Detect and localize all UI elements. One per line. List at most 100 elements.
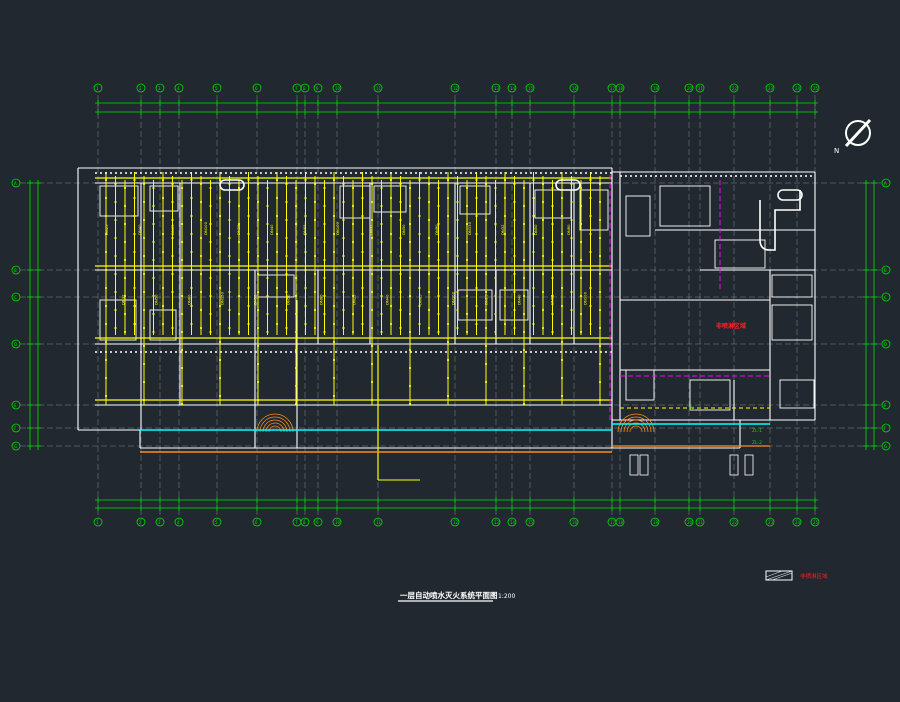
sprinkler-head — [551, 222, 554, 226]
axis-label: 13 — [494, 86, 500, 91]
sprinkler-head — [570, 218, 573, 222]
axis-label: B — [14, 268, 17, 273]
sprinkler-head — [522, 258, 526, 262]
sprinkler-head — [427, 182, 431, 186]
sprinkler-head — [370, 236, 374, 240]
axis-label: 14 — [510, 520, 516, 525]
sprinkler-head — [456, 326, 459, 330]
sprinkler-head — [152, 312, 155, 316]
sprinkler-head — [161, 232, 165, 236]
sprinkler-head — [437, 258, 440, 262]
sprinkler-head — [532, 178, 535, 182]
pipe-size-label: DN80 — [319, 294, 324, 305]
sprinkler-head — [551, 186, 554, 190]
sprinkler-head — [389, 196, 393, 200]
sprinkler-head — [532, 214, 535, 218]
sprinkler-head — [294, 330, 298, 334]
sprinkler-head — [380, 204, 383, 208]
sprinkler-head — [370, 326, 374, 330]
axis-label: 20 — [687, 86, 693, 91]
sprinkler-head — [275, 178, 279, 182]
sprinkler-head — [361, 250, 364, 254]
sprinkler-head — [171, 326, 174, 330]
sprinkler-head — [579, 276, 583, 280]
sprinkler-head — [560, 214, 564, 218]
sprinkler-head — [247, 214, 250, 218]
sprinkler-head — [228, 308, 231, 312]
sprinkler-head — [541, 182, 545, 186]
sprinkler-head — [209, 204, 212, 208]
sprinkler-head — [570, 254, 573, 258]
sprinkler-head — [399, 326, 402, 330]
sprinkler-head — [237, 204, 241, 208]
sprinkler-head — [114, 254, 117, 258]
sprinkler-head — [437, 312, 440, 316]
sprinkler-head — [380, 276, 383, 280]
sprinkler-head — [142, 326, 146, 330]
sprinkler-head — [190, 250, 193, 254]
drawing-scale: 1:200 — [498, 593, 515, 600]
sprinkler-head — [465, 312, 469, 316]
equipment-box — [639, 454, 649, 476]
sprinkler-head — [304, 322, 307, 326]
sprinkler-head — [332, 376, 336, 380]
sprinkler-head — [313, 290, 317, 294]
sprinkler-head — [275, 196, 279, 200]
sprinkler-head — [171, 272, 174, 276]
sprinkler-head — [513, 254, 516, 258]
sprinkler-head — [218, 394, 222, 398]
sprinkler-head — [114, 326, 117, 330]
sprinkler-head — [475, 286, 478, 290]
sprinkler-head — [104, 250, 108, 254]
axis-label: 8 — [303, 520, 306, 525]
sprinkler-head — [275, 286, 279, 290]
axis-label: 16 — [572, 86, 578, 91]
sprinkler-head — [332, 340, 336, 344]
sprinkler-head — [323, 186, 326, 190]
sprinkler-head — [522, 240, 526, 244]
pipe-size-label: DN150 — [467, 221, 472, 235]
sprinkler-head — [351, 330, 355, 334]
pipe-size-label: DN65 — [550, 294, 555, 305]
sprinkler-head — [313, 254, 317, 258]
sprinkler-head — [570, 272, 573, 276]
sprinkler-head — [266, 258, 269, 262]
sprinkler-head — [570, 236, 573, 240]
sprinkler-head — [484, 362, 488, 366]
sprinkler-head — [142, 200, 146, 204]
sprinkler-head — [199, 236, 203, 240]
sprinkler-head — [551, 312, 554, 316]
sprinkler-head — [494, 186, 497, 190]
sprinkler-head — [446, 268, 450, 272]
sprinkler-head — [589, 232, 592, 236]
equipment-box — [744, 454, 754, 476]
axis-label: 5 — [215, 520, 218, 525]
axis-label: A — [14, 181, 17, 186]
axis-label: 22 — [732, 86, 738, 91]
room-outline — [373, 185, 407, 213]
sprinkler-head — [218, 340, 222, 344]
sprinkler-head — [190, 322, 193, 326]
sprinkler-head — [114, 236, 117, 240]
axis-label: 3 — [158, 86, 161, 91]
sprinkler-head — [370, 362, 374, 366]
sprinkler-head — [560, 376, 564, 380]
axis-label: 7 — [295, 86, 298, 91]
axis-label: G — [884, 444, 887, 449]
sprinkler-head — [218, 322, 222, 326]
room-label: ZL-2 — [752, 440, 762, 446]
axis-label: 21 — [698, 86, 704, 91]
sprinkler-head — [437, 186, 440, 190]
sprinkler-head — [427, 200, 431, 204]
sprinkler-head — [361, 304, 364, 308]
sprinkler-head — [484, 308, 488, 312]
sprinkler-head — [380, 294, 383, 298]
sprinkler-head — [503, 178, 507, 182]
sprinkler-head — [285, 200, 288, 204]
axis-label: 16 — [572, 520, 578, 525]
axis-label: 18 — [618, 520, 624, 525]
sprinkler-head — [389, 232, 393, 236]
sprinkler-head — [370, 254, 374, 258]
sprinkler-head — [522, 366, 526, 370]
sprinkler-head — [408, 348, 412, 352]
